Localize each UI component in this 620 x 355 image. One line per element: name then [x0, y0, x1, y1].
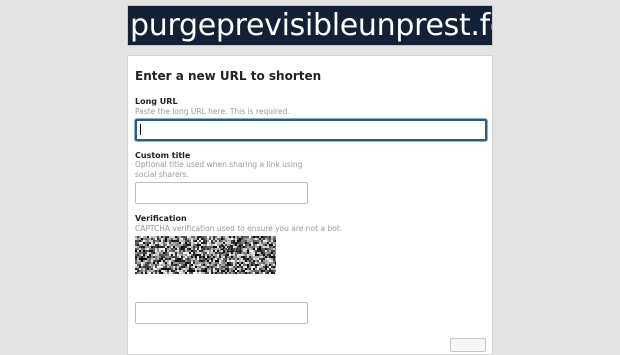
submit-button[interactable]	[450, 338, 486, 352]
long-url-label: Long URL	[135, 97, 178, 106]
captcha-noise	[135, 236, 276, 274]
site-banner: purgeprevisibleunprest.forum	[127, 5, 493, 46]
shorten-form-card: Enter a new URL to shorten Long URL Past…	[127, 55, 493, 355]
long-url-help: Paste the long URL here. This is require…	[135, 107, 290, 116]
custom-title-label: Custom title	[135, 151, 191, 160]
text-caret	[140, 124, 141, 135]
custom-title-input[interactable]	[135, 182, 308, 204]
verification-label: Verification	[135, 214, 187, 223]
custom-title-help: Optional title used when sharing a link …	[135, 160, 303, 179]
site-title: purgeprevisibleunprest.forum	[130, 8, 492, 43]
captcha-image: 344	[135, 236, 276, 274]
verification-help: CAPTCHA verification used to ensure you …	[135, 224, 343, 233]
form-title: Enter a new URL to shorten	[135, 69, 322, 83]
captcha-answer-input[interactable]	[135, 302, 308, 324]
long-url-input[interactable]	[135, 119, 487, 141]
captcha-text: 344	[218, 243, 244, 257]
